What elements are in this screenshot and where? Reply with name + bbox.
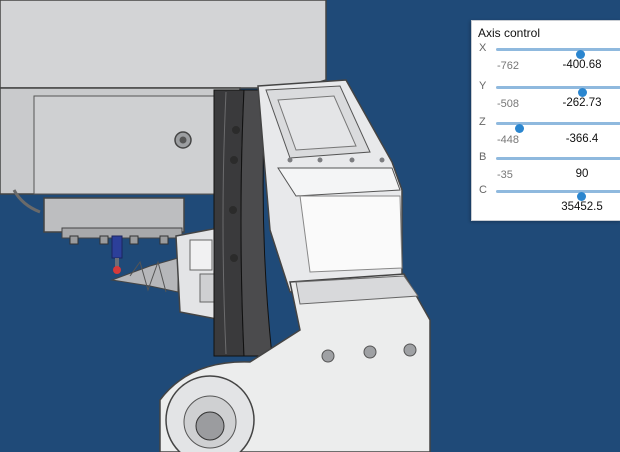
axis-current-value: -400.68 (562, 59, 602, 71)
axis-label: B (479, 151, 487, 163)
slider-thumb[interactable] (514, 124, 524, 133)
probe-tip (113, 266, 121, 274)
axis-label: Z (479, 116, 486, 128)
axis-slider-x[interactable] (496, 48, 620, 59)
axis-slider-c[interactable] (496, 190, 620, 201)
axis-current-value: -366.4 (565, 133, 599, 145)
axis-label: Y (479, 80, 487, 92)
axis-label: C (479, 184, 487, 196)
axis-current-value: 90 (575, 168, 589, 180)
tool-holder (111, 235, 123, 259)
slider-thumb[interactable] (575, 50, 585, 59)
axis-row-c: C 35452.5 (472, 184, 620, 224)
axis-slider-y[interactable] (496, 86, 620, 97)
axis-current-value: -262.73 (562, 97, 602, 109)
axis-control-panel: Axis control X -762 -400.68 Y -508 -262.73 Z -4… (471, 20, 620, 221)
panel-title: Axis control (478, 26, 541, 40)
axis-row-x: X -762 -400.68 (472, 42, 620, 82)
axis-label: X (479, 42, 487, 54)
axis-min-value: -448 (497, 134, 520, 146)
axis-min-value: -508 (497, 98, 520, 110)
axis-row-z: Z -448 -366.4 (472, 116, 620, 156)
spindle-housing (0, 0, 327, 89)
slider-thumb[interactable] (577, 192, 586, 201)
axis-current-value: 35452.5 (561, 201, 603, 213)
axis-row-y: Y -508 -262.73 (472, 80, 620, 120)
axis-min-value: -762 (497, 60, 520, 72)
axis-slider-b[interactable] (496, 157, 620, 160)
slider-thumb[interactable] (578, 88, 588, 97)
axis-slider-z[interactable] (496, 122, 620, 133)
axis-min-value: -35 (497, 169, 513, 181)
